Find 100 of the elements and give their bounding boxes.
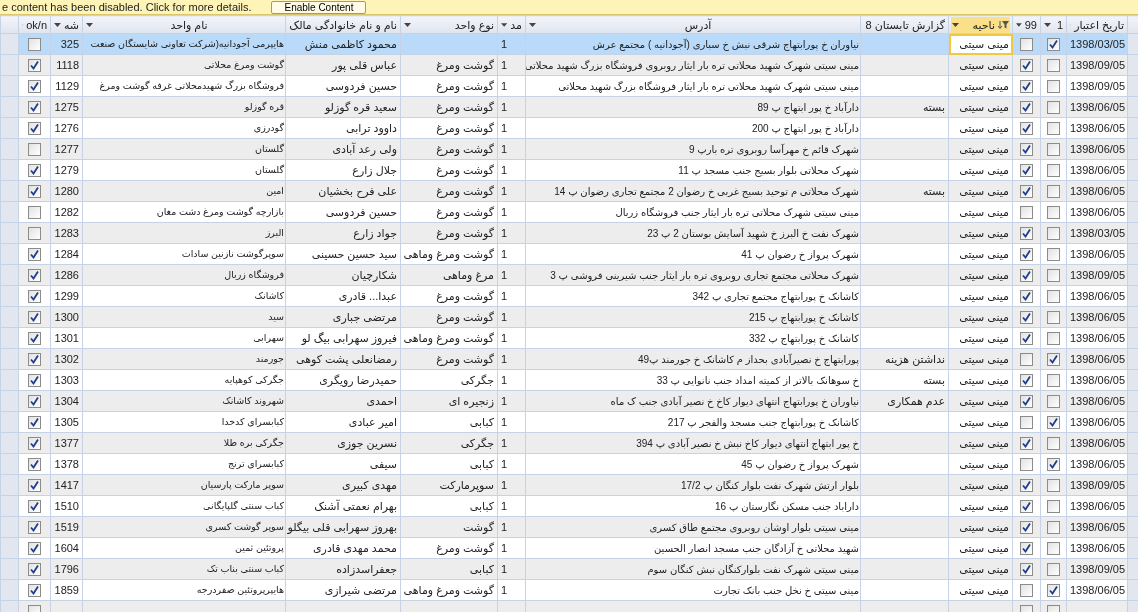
- checkbox[interactable]: [28, 269, 41, 283]
- checkbox[interactable]: [28, 479, 41, 493]
- table-cell: کبابسرای ترنج: [82, 453, 286, 475]
- table-cell: قره گوزلو: [82, 96, 286, 118]
- checkbox[interactable]: [28, 101, 41, 115]
- checkbox[interactable]: [1020, 542, 1033, 556]
- checkbox[interactable]: [1020, 395, 1033, 409]
- checkbox[interactable]: [1047, 311, 1060, 325]
- checkbox[interactable]: [28, 290, 41, 304]
- table-cell: مینی سیتی بلوار اوشان روبروی مجتمع طاق کسری: [525, 516, 861, 538]
- column-header[interactable]: ناحیه: [951, 16, 1010, 33]
- checkbox[interactable]: [1047, 500, 1060, 514]
- checkbox[interactable]: [1047, 353, 1060, 367]
- checkbox[interactable]: [1047, 521, 1060, 535]
- checkbox[interactable]: [28, 458, 41, 472]
- checkbox[interactable]: [1020, 80, 1033, 94]
- table-cell: فروشگاه بزرگ شهیدمحلاتی غرفه گوشت ومرغ: [82, 75, 286, 97]
- checkbox[interactable]: [1047, 269, 1060, 283]
- checkbox[interactable]: [1020, 584, 1033, 598]
- checkbox[interactable]: [28, 542, 41, 556]
- checkbox[interactable]: [1047, 248, 1060, 262]
- checkbox[interactable]: [28, 374, 41, 388]
- table-cell: مینی سیتی: [948, 54, 1013, 76]
- checkbox[interactable]: [1020, 248, 1033, 262]
- table-cell: مینی سیتی: [948, 327, 1013, 349]
- table-cell: احمدی: [285, 390, 401, 412]
- table-cell: مینی سیتی: [948, 390, 1013, 412]
- checkbox[interactable]: [1047, 437, 1060, 451]
- table-cell: 1: [497, 516, 526, 538]
- checkbox[interactable]: [1020, 269, 1033, 283]
- checkbox[interactable]: [28, 584, 41, 598]
- checkbox[interactable]: [28, 332, 41, 346]
- checkbox[interactable]: [28, 122, 41, 136]
- checkbox[interactable]: [1047, 185, 1060, 199]
- checkbox[interactable]: [1020, 353, 1033, 367]
- checkbox[interactable]: [28, 395, 41, 409]
- table-cell: 1: [497, 159, 526, 181]
- checkbox[interactable]: [28, 353, 41, 367]
- checkbox[interactable]: [1047, 101, 1060, 115]
- checkbox[interactable]: [1047, 542, 1060, 556]
- checkbox[interactable]: [1047, 143, 1060, 157]
- checkbox[interactable]: [1047, 80, 1060, 94]
- checkbox[interactable]: [1047, 479, 1060, 493]
- checkbox[interactable]: [1047, 164, 1060, 178]
- checkbox[interactable]: [28, 206, 41, 220]
- checkbox[interactable]: [1020, 332, 1033, 346]
- checkbox[interactable]: [1020, 416, 1033, 430]
- checkbox[interactable]: [1020, 479, 1033, 493]
- checkbox[interactable]: [1020, 101, 1033, 115]
- checkbox[interactable]: [28, 500, 41, 514]
- checkbox[interactable]: [1020, 374, 1033, 388]
- checkbox[interactable]: [28, 164, 41, 178]
- checkbox[interactable]: [1020, 290, 1033, 304]
- checkbox[interactable]: [28, 38, 41, 52]
- checkbox[interactable]: [1047, 38, 1060, 52]
- checkbox[interactable]: [28, 59, 41, 73]
- checkbox[interactable]: [1047, 563, 1060, 577]
- checkbox[interactable]: [1020, 164, 1033, 178]
- checkbox[interactable]: [28, 437, 41, 451]
- checkbox[interactable]: [1020, 185, 1033, 199]
- table-cell: مرتضی جباری: [285, 306, 401, 328]
- checkbox[interactable]: [1020, 122, 1033, 136]
- checkbox[interactable]: [28, 521, 41, 535]
- checkbox[interactable]: [1020, 206, 1033, 220]
- checkbox[interactable]: [1020, 311, 1033, 325]
- checkbox[interactable]: [1020, 38, 1033, 52]
- table-cell: 1398/06/05: [1066, 327, 1128, 349]
- checkbox[interactable]: [1047, 458, 1060, 472]
- checkbox[interactable]: [1047, 395, 1060, 409]
- table-cell: گوشت ومرغ وماهی: [400, 243, 498, 265]
- checkbox[interactable]: [28, 311, 41, 325]
- table-cell: کبابی: [400, 453, 498, 475]
- checkbox[interactable]: [1020, 143, 1033, 157]
- checkbox[interactable]: [1047, 374, 1060, 388]
- checkbox[interactable]: [1047, 332, 1060, 346]
- checkbox[interactable]: [28, 227, 41, 241]
- enable-content-button[interactable]: Enable Content: [271, 0, 367, 14]
- checkbox[interactable]: [1047, 584, 1060, 598]
- checkbox[interactable]: [28, 143, 41, 157]
- table-cell: 1: [497, 222, 526, 244]
- checkbox[interactable]: [1020, 521, 1033, 535]
- checkbox[interactable]: [1020, 563, 1033, 577]
- table-cell: امیر عبادی: [285, 411, 401, 433]
- table-cell: 1398/06/05: [1066, 348, 1128, 370]
- checkbox[interactable]: [1047, 416, 1060, 430]
- checkbox[interactable]: [1047, 227, 1060, 241]
- checkbox[interactable]: [1020, 59, 1033, 73]
- checkbox[interactable]: [1047, 206, 1060, 220]
- checkbox[interactable]: [1047, 290, 1060, 304]
- checkbox[interactable]: [28, 563, 41, 577]
- checkbox[interactable]: [28, 248, 41, 262]
- checkbox[interactable]: [1047, 59, 1060, 73]
- checkbox[interactable]: [28, 185, 41, 199]
- checkbox[interactable]: [1020, 227, 1033, 241]
- checkbox[interactable]: [28, 80, 41, 94]
- checkbox[interactable]: [1020, 500, 1033, 514]
- checkbox[interactable]: [1020, 437, 1033, 451]
- checkbox[interactable]: [28, 416, 41, 430]
- checkbox[interactable]: [1047, 122, 1060, 136]
- checkbox[interactable]: [1020, 458, 1033, 472]
